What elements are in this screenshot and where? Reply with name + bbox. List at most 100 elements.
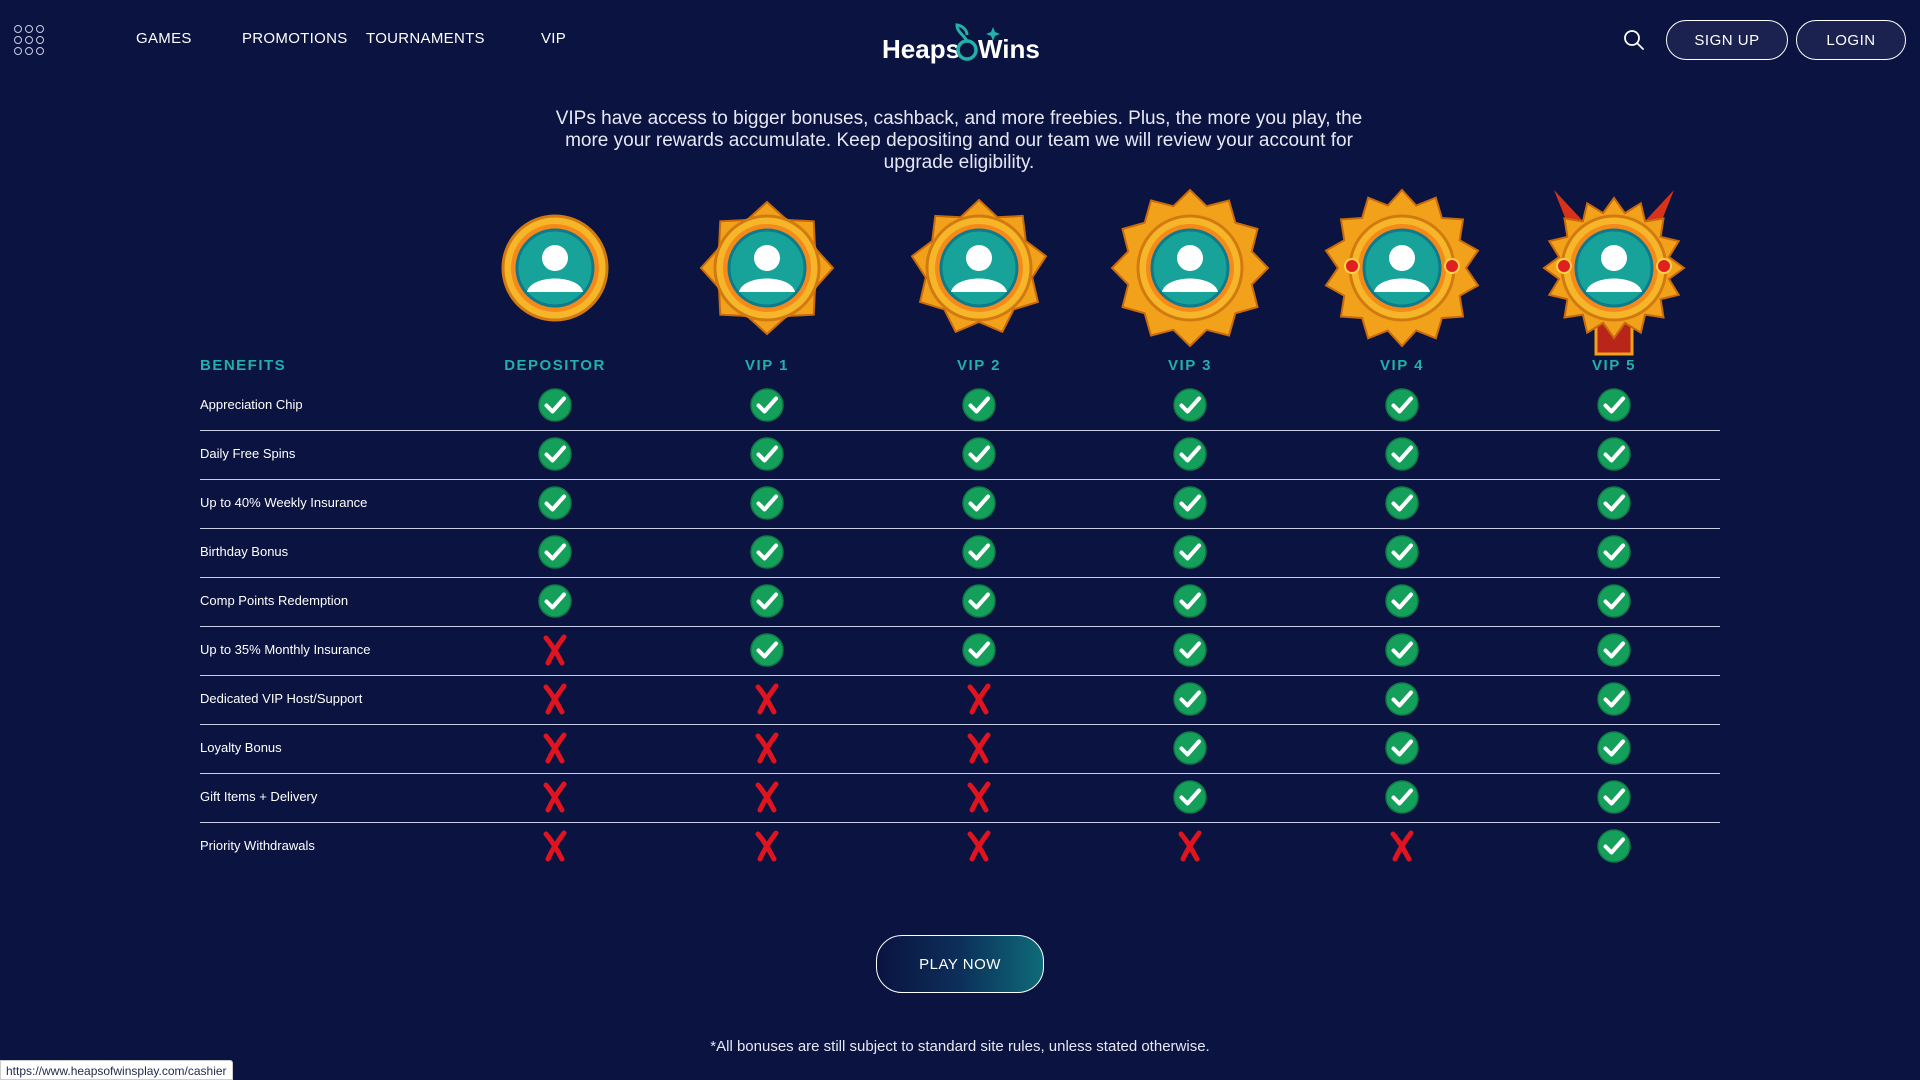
cross-icon xyxy=(961,681,997,717)
check-icon xyxy=(749,387,785,423)
cross-icon xyxy=(749,681,785,717)
check-icon xyxy=(537,387,573,423)
tier-header-vip5: VIP 5 xyxy=(1592,357,1636,374)
check-icon xyxy=(1596,436,1632,472)
bonus-footnote: *All bonuses are still subject to standa… xyxy=(710,1038,1210,1055)
cross-icon xyxy=(749,730,785,766)
tier-badge-icon xyxy=(1534,180,1694,360)
tier-badge-icon xyxy=(1322,180,1482,360)
nav-promotions[interactable]: PROMOTIONS xyxy=(242,30,348,47)
check-icon xyxy=(1172,632,1208,668)
check-icon xyxy=(1384,436,1420,472)
benefit-label: Comp Points Redemption xyxy=(200,593,349,608)
check-icon xyxy=(961,387,997,423)
check-icon xyxy=(1384,387,1420,423)
benefit-row: Comp Points Redemption xyxy=(200,578,1720,627)
tier-header-vip4: VIP 4 xyxy=(1380,357,1424,374)
check-icon xyxy=(749,534,785,570)
cross-icon xyxy=(961,730,997,766)
nav-games[interactable]: GAMES xyxy=(136,30,192,47)
benefit-label: Gift Items + Delivery xyxy=(200,789,318,804)
tier-header-depositor: DEPOSITOR xyxy=(504,357,606,374)
check-icon xyxy=(1384,779,1420,815)
benefit-label: Birthday Bonus xyxy=(200,544,289,559)
cross-icon xyxy=(1172,828,1208,864)
benefits-header: BENEFITS xyxy=(200,357,287,374)
benefit-label: Loyalty Bonus xyxy=(200,740,282,755)
cross-icon xyxy=(537,779,573,815)
check-icon xyxy=(961,534,997,570)
check-icon xyxy=(1596,779,1632,815)
sign-up-button[interactable]: SIGN UP xyxy=(1666,20,1788,60)
check-icon xyxy=(1384,730,1420,766)
benefit-row: Up to 40% Weekly Insurance xyxy=(200,480,1720,529)
check-icon xyxy=(537,436,573,472)
check-icon xyxy=(1596,387,1632,423)
svg-text:Wins: Wins xyxy=(978,34,1040,64)
cross-icon xyxy=(1384,828,1420,864)
benefit-label: Up to 40% Weekly Insurance xyxy=(200,495,368,510)
play-now-button[interactable]: PLAY NOW xyxy=(876,935,1044,993)
cross-icon xyxy=(537,681,573,717)
cross-icon xyxy=(961,779,997,815)
tier-badge-icon xyxy=(687,180,847,360)
logo-graphic: Heaps Wins xyxy=(882,23,1040,64)
check-icon xyxy=(1172,681,1208,717)
check-icon xyxy=(1596,681,1632,717)
vip-intro-text: VIPs have access to bigger bonuses, cash… xyxy=(555,108,1363,173)
cross-icon xyxy=(749,779,785,815)
check-icon xyxy=(749,436,785,472)
check-icon xyxy=(961,485,997,521)
site-logo[interactable]: Heaps Wins xyxy=(881,20,1041,70)
check-icon xyxy=(1172,730,1208,766)
status-bar-url: https://www.heapsofwinsplay.com/cashier xyxy=(0,1060,233,1080)
check-icon xyxy=(1384,632,1420,668)
nav-vip[interactable]: VIP xyxy=(541,30,566,47)
check-icon xyxy=(1596,534,1632,570)
check-icon xyxy=(1384,485,1420,521)
site-header: GAMES PROMOTIONS TOURNAMENTS VIP Heaps W… xyxy=(0,0,1920,80)
tier-badge-icon xyxy=(899,180,1059,360)
apps-grid-icon[interactable] xyxy=(14,25,44,55)
benefit-row: Up to 35% Monthly Insurance xyxy=(200,627,1720,676)
check-icon xyxy=(1596,485,1632,521)
svg-text:Heaps: Heaps xyxy=(882,34,960,64)
tier-header-vip1: VIP 1 xyxy=(745,357,789,374)
check-icon xyxy=(1172,387,1208,423)
check-icon xyxy=(749,632,785,668)
benefit-label: Dedicated VIP Host/Support xyxy=(200,691,363,706)
tier-badge-icon xyxy=(1110,180,1270,360)
benefit-label: Up to 35% Monthly Insurance xyxy=(200,642,371,657)
check-icon xyxy=(961,583,997,619)
benefit-row: Birthday Bonus xyxy=(200,529,1720,578)
tier-badge-icon xyxy=(475,180,635,360)
benefit-row: Daily Free Spins xyxy=(200,431,1720,480)
benefit-row: Loyalty Bonus xyxy=(200,725,1720,774)
check-icon xyxy=(1384,583,1420,619)
check-icon xyxy=(1172,436,1208,472)
check-icon xyxy=(537,485,573,521)
check-icon xyxy=(749,583,785,619)
check-icon xyxy=(1596,828,1632,864)
tier-header-vip3: VIP 3 xyxy=(1168,357,1212,374)
benefit-label: Daily Free Spins xyxy=(200,446,296,461)
cross-icon xyxy=(537,632,573,668)
nav-tournaments[interactable]: TOURNAMENTS xyxy=(366,30,485,47)
check-icon xyxy=(537,534,573,570)
benefit-row: Appreciation Chip xyxy=(200,382,1720,431)
tier-header-vip2: VIP 2 xyxy=(957,357,1001,374)
benefit-row: Priority Withdrawals xyxy=(200,823,1720,872)
benefit-row: Dedicated VIP Host/Support xyxy=(200,676,1720,725)
check-icon xyxy=(1172,534,1208,570)
search-icon[interactable] xyxy=(1622,28,1646,52)
benefit-label: Appreciation Chip xyxy=(200,397,303,412)
check-icon xyxy=(1172,583,1208,619)
check-icon xyxy=(1384,534,1420,570)
cross-icon xyxy=(749,828,785,864)
check-icon xyxy=(961,436,997,472)
cross-icon xyxy=(961,828,997,864)
check-icon xyxy=(1596,730,1632,766)
login-button[interactable]: LOGIN xyxy=(1796,20,1906,60)
check-icon xyxy=(961,632,997,668)
cross-icon xyxy=(537,730,573,766)
